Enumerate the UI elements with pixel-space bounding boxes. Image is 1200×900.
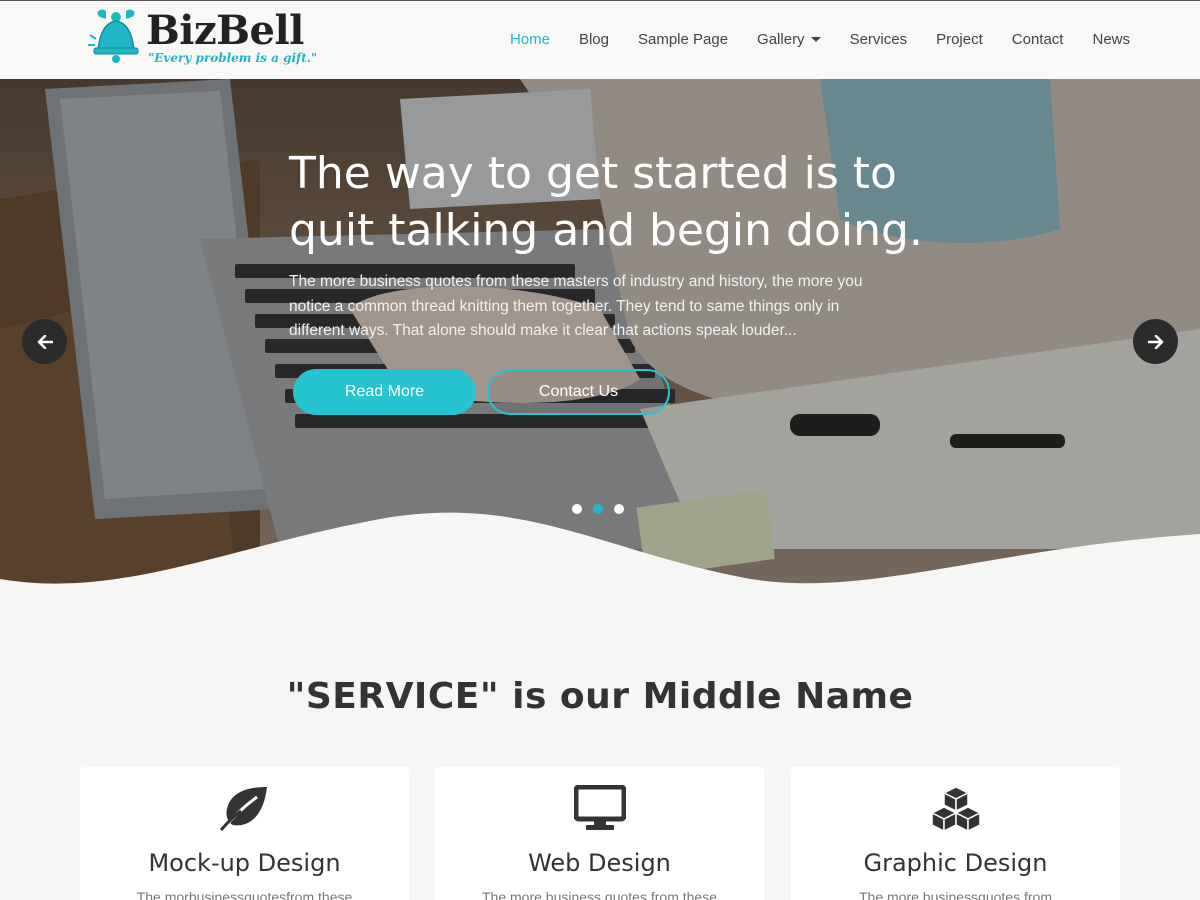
service-card-title: Web Design (528, 849, 671, 877)
nav-gallery[interactable]: Gallery (757, 31, 821, 48)
main-nav: Home Blog Sample Page Gallery Services P… (481, 31, 1130, 48)
nav-blog[interactable]: Blog (579, 31, 609, 48)
services-heading: "SERVICE" is our Middle Name (286, 676, 914, 717)
caret-down-icon (810, 37, 821, 42)
nav-news[interactable]: News (1092, 31, 1130, 48)
bell-logo-icon (88, 9, 139, 63)
service-card-title: Mock-up Design (148, 849, 341, 877)
brand-name: BizBell (146, 7, 304, 54)
service-card-web[interactable]: Web Design The more business quotes from… (435, 767, 764, 900)
service-card-text: The morbusinessquotesfrom these (136, 889, 353, 900)
service-card-mockup[interactable]: Mock-up Design The morbusinessquotesfrom… (80, 767, 409, 900)
brand-tagline: "Every problem is a gift." (148, 51, 318, 65)
nav-project[interactable]: Project (936, 31, 983, 48)
service-card-text: The more business quotes from these (481, 889, 717, 900)
site-header: BizBell "Every problem is a gift." Home … (0, 0, 1200, 79)
nav-gallery-label: Gallery (757, 31, 805, 48)
nav-contact[interactable]: Contact (1012, 31, 1064, 48)
nav-home[interactable]: Home (510, 31, 550, 48)
monitor-icon (573, 785, 626, 830)
site-logo[interactable]: BizBell "Every problem is a gift." (86, 3, 318, 69)
hero-slider: The way to get started is to quit talkin… (0, 79, 1200, 609)
service-card-graphic[interactable]: Graphic Design The more businessquotes f… (791, 767, 1120, 900)
cubes-icon (929, 786, 982, 831)
service-card-text: The more businessquotes from (859, 889, 1052, 900)
service-card-title: Graphic Design (863, 849, 1048, 877)
leaf-icon (219, 787, 267, 831)
hero-wave-divider (0, 512, 1200, 609)
nav-services[interactable]: Services (850, 31, 908, 48)
nav-sample-page[interactable]: Sample Page (638, 31, 728, 48)
